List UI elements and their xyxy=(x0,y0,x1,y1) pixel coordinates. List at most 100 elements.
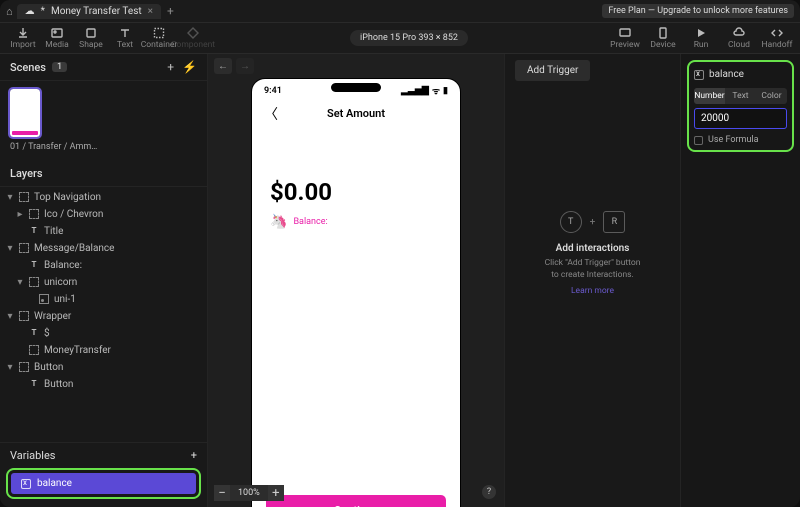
chevron-icon[interactable]: ▸ xyxy=(16,209,24,220)
component-label: Component xyxy=(171,40,215,50)
upgrade-banner[interactable]: Free Plan — Upgrade to unlock more featu… xyxy=(602,4,794,18)
canvas-nav: ← → xyxy=(208,54,504,78)
layer-label: Title xyxy=(44,226,63,237)
nav-back-button[interactable]: ← xyxy=(214,58,232,74)
handoff-button[interactable]: Handoff xyxy=(760,27,794,50)
variable-row-balance[interactable]: balance xyxy=(11,473,196,494)
layer-row[interactable]: ▾Message/Balance xyxy=(0,240,207,257)
layer-row[interactable]: uni-1 xyxy=(0,291,207,308)
balance-label: Balance: xyxy=(293,217,327,227)
run-button[interactable]: Run xyxy=(684,27,718,50)
zoom-value: 100% xyxy=(232,488,266,498)
tab-number[interactable]: Number xyxy=(694,88,725,104)
layer-row[interactable]: T$ xyxy=(0,325,207,342)
layer-row[interactable]: T Title xyxy=(0,223,207,240)
preview-button[interactable]: Preview xyxy=(608,27,642,50)
left-panel: Scenes 1 + ⚡ 01 / Transfer / Amm… Layers… xyxy=(0,54,208,507)
phone-frame: 9:41 ▂▃▅▇ ᯤ ▮ 〈 Set Amount $0.00 🦄 xyxy=(251,78,461,507)
shape-icon xyxy=(85,27,97,39)
chevron-icon[interactable]: ▾ xyxy=(6,243,14,254)
use-formula-row[interactable]: Use Formula xyxy=(694,133,787,145)
add-scene-icon[interactable]: + xyxy=(167,60,174,74)
zoom-out-button[interactable]: − xyxy=(214,485,230,501)
scenes-count: 1 xyxy=(52,62,67,72)
chevron-icon[interactable]: ▾ xyxy=(6,362,14,373)
layer-label: unicorn xyxy=(44,277,77,288)
layer-label: Balance: xyxy=(44,260,82,271)
close-tab-icon[interactable]: × xyxy=(148,6,153,17)
layer-row[interactable]: ▾ unicorn xyxy=(0,274,207,291)
checkbox-icon[interactable] xyxy=(694,136,703,145)
scenes-header: Scenes 1 + ⚡ xyxy=(0,54,207,81)
text-icon xyxy=(119,27,131,39)
media-button[interactable]: Media xyxy=(40,27,74,50)
run-label: Run xyxy=(694,40,709,50)
variable-value-input[interactable] xyxy=(694,108,787,129)
help-button[interactable]: ? xyxy=(482,485,496,499)
text-button[interactable]: Text xyxy=(108,27,142,50)
file-tab[interactable]: ☁ * Money Transfer Test × xyxy=(17,4,161,19)
text-icon: T xyxy=(29,226,39,236)
tab-color[interactable]: Color xyxy=(756,88,787,104)
text-label: Text xyxy=(117,40,133,50)
box-icon xyxy=(29,277,39,287)
play-icon xyxy=(695,27,707,39)
layer-label: MoneyTransfer xyxy=(44,345,111,356)
layer-row[interactable]: MoneyTransfer xyxy=(0,342,207,359)
text-icon: T xyxy=(29,379,39,389)
monitor-icon xyxy=(619,27,631,39)
box-icon xyxy=(29,209,39,219)
device-button[interactable]: Device xyxy=(646,27,680,50)
toolbar: Import Media Shape Text Container Compon… xyxy=(0,22,800,54)
trigger-placeholder-icon: T xyxy=(560,211,582,233)
shape-label: Shape xyxy=(79,40,103,50)
response-placeholder-icon: R xyxy=(603,211,625,233)
chevron-icon[interactable]: ▾ xyxy=(6,311,14,322)
chevron-left-icon[interactable]: 〈 xyxy=(264,104,278,124)
layer-row[interactable]: ▾Wrapper xyxy=(0,308,207,325)
phone-icon xyxy=(657,27,669,39)
unicorn-icon: 🦄 xyxy=(270,214,287,230)
interactions-graphic: T + R xyxy=(560,211,626,233)
scenes-title: Scenes xyxy=(10,61,46,74)
file-name: Money Transfer Test xyxy=(51,6,142,17)
add-trigger-button[interactable]: Add Trigger xyxy=(515,60,590,81)
cloud-button[interactable]: Cloud xyxy=(722,27,756,50)
add-variable-icon[interactable]: + xyxy=(191,449,197,462)
import-button[interactable]: Import xyxy=(6,27,40,50)
tab-text[interactable]: Text xyxy=(725,88,756,104)
inspector-panel: balance Number Text Color Use Formula xyxy=(680,54,800,507)
chevron-icon[interactable]: ▾ xyxy=(6,192,14,203)
layer-row[interactable]: ▾ Top Navigation xyxy=(0,189,207,206)
main-area: Scenes 1 + ⚡ 01 / Transfer / Amm… Layers… xyxy=(0,54,800,507)
shape-button[interactable]: Shape xyxy=(74,27,108,50)
layer-row[interactable]: ▸Ico / Chevron xyxy=(0,206,207,223)
interactions-panel: Add Trigger T + R Add interactions Click… xyxy=(504,54,680,507)
zoom-in-button[interactable]: + xyxy=(268,485,284,501)
learn-more-link[interactable]: Learn more xyxy=(571,286,614,296)
device-selector[interactable]: iPhone 15 Pro 393 × 852 xyxy=(350,30,468,46)
flash-icon[interactable]: ⚡ xyxy=(182,60,197,74)
interactions-sub1: Click "Add Trigger" button xyxy=(545,258,641,270)
component-button[interactable]: Component xyxy=(176,27,210,50)
variables-highlight: balance xyxy=(6,468,201,499)
continue-button[interactable]: Continue xyxy=(266,495,446,507)
nav-forward-button[interactable]: → xyxy=(236,58,254,74)
layer-label: Button xyxy=(34,362,63,373)
add-tab-button[interactable]: + xyxy=(167,4,174,18)
zoom-control: − 100% + xyxy=(214,485,284,501)
box-icon xyxy=(29,345,39,355)
chevron-icon[interactable]: ▾ xyxy=(16,277,24,288)
layer-row[interactable]: ▾ Button xyxy=(0,359,207,376)
box-icon xyxy=(19,311,29,321)
layers-header: Layers xyxy=(0,161,207,187)
layer-row[interactable]: TButton xyxy=(0,376,207,393)
page-header: 〈 Set Amount xyxy=(252,99,460,128)
scene-thumbnail[interactable] xyxy=(10,89,40,137)
code-icon xyxy=(771,27,783,39)
home-icon[interactable]: ⌂ xyxy=(6,5,13,18)
layer-row[interactable]: TBalance: xyxy=(0,257,207,274)
battery-icon: ▮ xyxy=(443,86,448,96)
layer-label: Top Navigation xyxy=(34,192,101,203)
cloud-label: Cloud xyxy=(728,40,750,50)
